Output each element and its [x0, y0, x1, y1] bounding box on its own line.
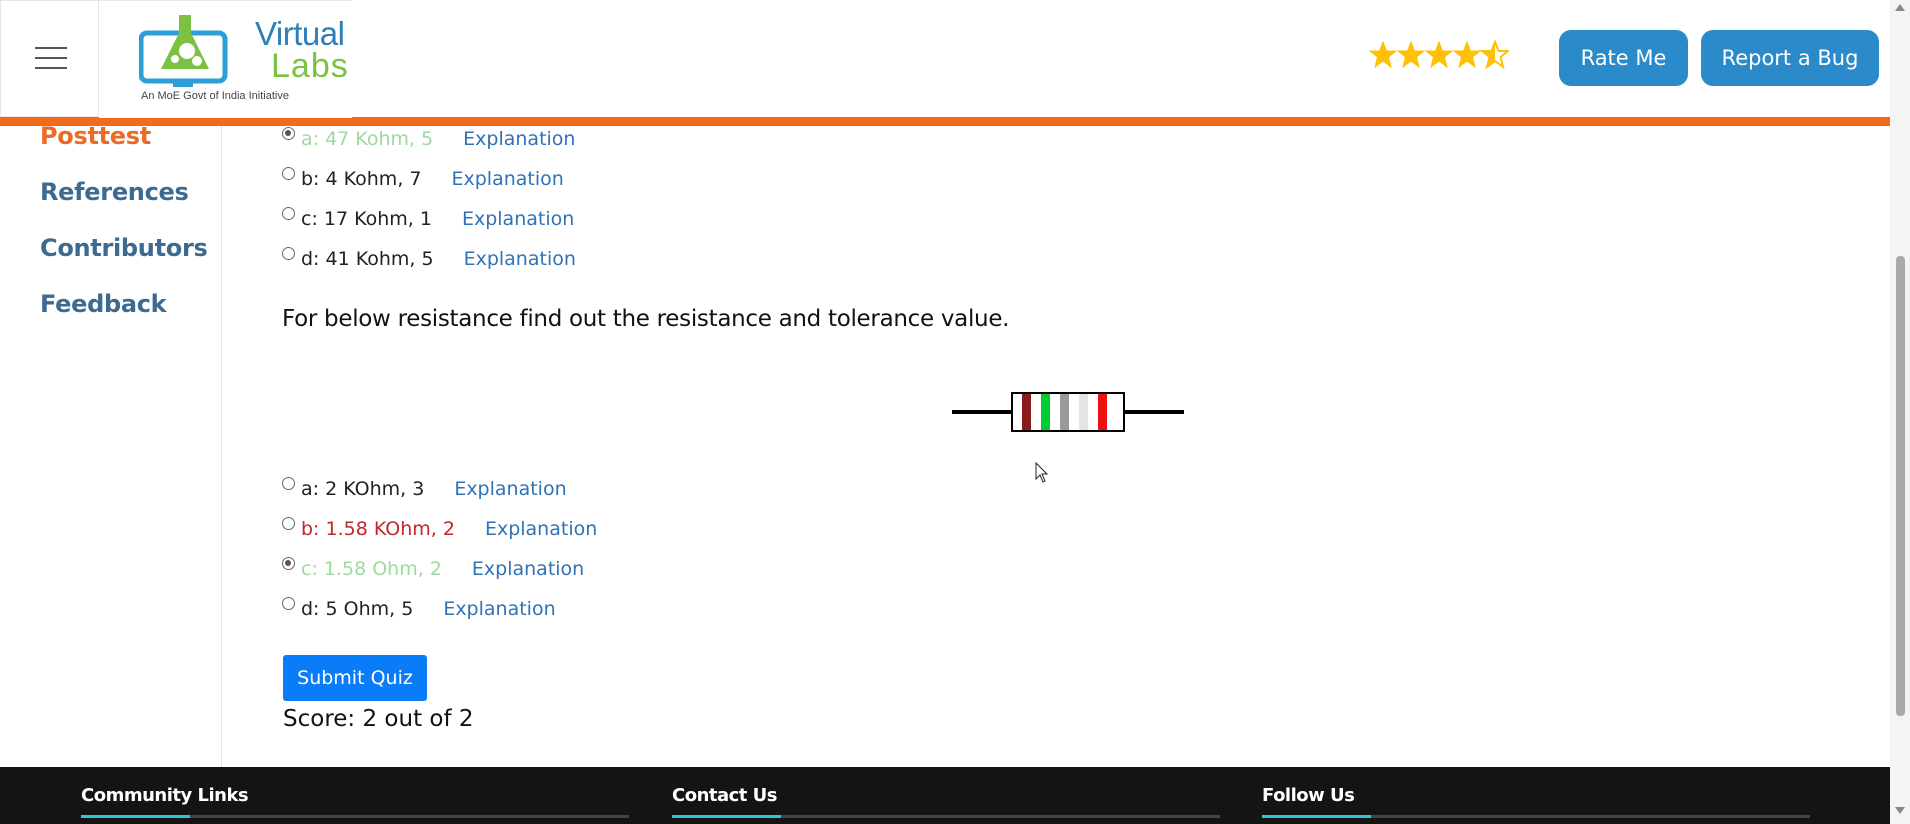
- footer-heading: Follow Us: [1262, 785, 1355, 806]
- option-text: b: 4 Kohm, 7: [301, 168, 422, 190]
- hamburger-icon-bar: [35, 67, 67, 69]
- radio-button[interactable]: [282, 166, 295, 180]
- sidebar-item-feedback[interactable]: Feedback: [40, 290, 167, 318]
- report-bug-button[interactable]: Report a Bug: [1701, 30, 1879, 86]
- q2-option-b[interactable]: b: 1.58 KOhm, 2 Explanation: [282, 515, 597, 543]
- q2-option-a[interactable]: a: 2 KOhm, 3 Explanation: [282, 475, 567, 503]
- logo-tagline: An MoE Govt of India Initiative: [141, 90, 289, 102]
- footer-underline: [1262, 815, 1810, 818]
- star-icon: [1424, 40, 1454, 69]
- resistor-band: [1098, 394, 1107, 430]
- flask-monitor-icon: [139, 15, 228, 87]
- virtual-labs-logo[interactable]: Virtual Labs An MoE Govt of India Initia…: [99, 0, 352, 118]
- option-text: a: 2 KOhm, 3: [301, 478, 425, 500]
- star-icon: [1452, 40, 1482, 69]
- menu-button[interactable]: [0, 0, 99, 117]
- resistor-image: [952, 392, 1184, 432]
- footer-contact: Contact Us: [672, 785, 1220, 818]
- sidebar: Posttest References Contributors Feedbac…: [0, 122, 222, 767]
- option-text: c: 1.58 Ohm, 2: [301, 558, 442, 580]
- footer-follow: Follow Us: [1262, 785, 1810, 818]
- q1-option-c[interactable]: c: 17 Kohm, 1 Explanation: [282, 205, 574, 233]
- score-text: Score: 2 out of 2: [283, 706, 474, 732]
- scroll-thumb[interactable]: [1896, 256, 1905, 716]
- radio-button[interactable]: [282, 206, 295, 220]
- submit-quiz-button[interactable]: Submit Quiz: [283, 655, 427, 701]
- explanation-link[interactable]: Explanation: [463, 128, 575, 150]
- star-icon: [1369, 40, 1398, 69]
- resistor-band: [1079, 394, 1088, 430]
- radio-button[interactable]: [282, 556, 295, 570]
- resistor-band: [1041, 394, 1050, 430]
- explanation-link[interactable]: Explanation: [454, 478, 566, 500]
- question-text: For below resistance find out the resist…: [282, 306, 1010, 332]
- q2-option-d[interactable]: d: 5 Ohm, 5 Explanation: [282, 595, 556, 623]
- option-text: d: 5 Ohm, 5: [301, 598, 414, 620]
- radio-button[interactable]: [282, 126, 295, 140]
- hamburger-icon-bar: [35, 57, 67, 59]
- mouse-cursor-icon: [1035, 462, 1049, 483]
- sidebar-item-contributors[interactable]: Contributors: [40, 234, 208, 262]
- footer-heading: Community Links: [81, 785, 249, 806]
- scroll-up-arrow-icon[interactable]: [1895, 4, 1905, 11]
- half-star-icon: [1479, 40, 1509, 70]
- footer-underline: [81, 815, 629, 818]
- top-header: Virtual Labs An MoE Govt of India Initia…: [0, 0, 1890, 126]
- explanation-link[interactable]: Explanation: [452, 168, 564, 190]
- sidebar-item-references[interactable]: References: [40, 178, 189, 206]
- explanation-link[interactable]: Explanation: [472, 558, 584, 580]
- page-scrollbar[interactable]: [1890, 0, 1910, 824]
- q1-option-a[interactable]: a: 47 Kohm, 5 Explanation: [282, 125, 575, 153]
- option-text: b: 1.58 KOhm, 2: [301, 518, 455, 540]
- explanation-link[interactable]: Explanation: [462, 208, 574, 230]
- footer: Community Links Contact Us Follow Us: [0, 767, 1890, 824]
- q1-option-b[interactable]: b: 4 Kohm, 7 Explanation: [282, 165, 564, 193]
- explanation-link[interactable]: Explanation: [464, 248, 576, 270]
- scroll-down-arrow-icon[interactable]: [1895, 807, 1905, 814]
- hamburger-icon: [35, 47, 67, 49]
- radio-button[interactable]: [282, 516, 295, 530]
- option-text: d: 41 Kohm, 5: [301, 248, 434, 270]
- option-text: a: 47 Kohm, 5: [301, 128, 434, 150]
- rate-me-button[interactable]: Rate Me: [1559, 30, 1688, 86]
- resistor-band: [1022, 394, 1031, 430]
- footer-community: Community Links: [81, 785, 629, 818]
- rating-stars[interactable]: [1369, 40, 1509, 74]
- footer-heading: Contact Us: [672, 785, 778, 806]
- explanation-link[interactable]: Explanation: [485, 518, 597, 540]
- logo-word-labs: Labs: [271, 47, 349, 85]
- option-text: c: 17 Kohm, 1: [301, 208, 432, 230]
- sidebar-item-posttest[interactable]: Posttest: [40, 122, 151, 150]
- q2-option-c[interactable]: c: 1.58 Ohm, 2 Explanation: [282, 555, 584, 583]
- radio-button[interactable]: [282, 246, 295, 260]
- resistor-band: [1060, 394, 1069, 430]
- star-icon: [1396, 40, 1426, 69]
- explanation-link[interactable]: Explanation: [443, 598, 555, 620]
- q1-option-d[interactable]: d: 41 Kohm, 5 Explanation: [282, 245, 576, 273]
- footer-underline: [672, 815, 1220, 818]
- radio-button[interactable]: [282, 596, 295, 610]
- radio-button[interactable]: [282, 476, 295, 490]
